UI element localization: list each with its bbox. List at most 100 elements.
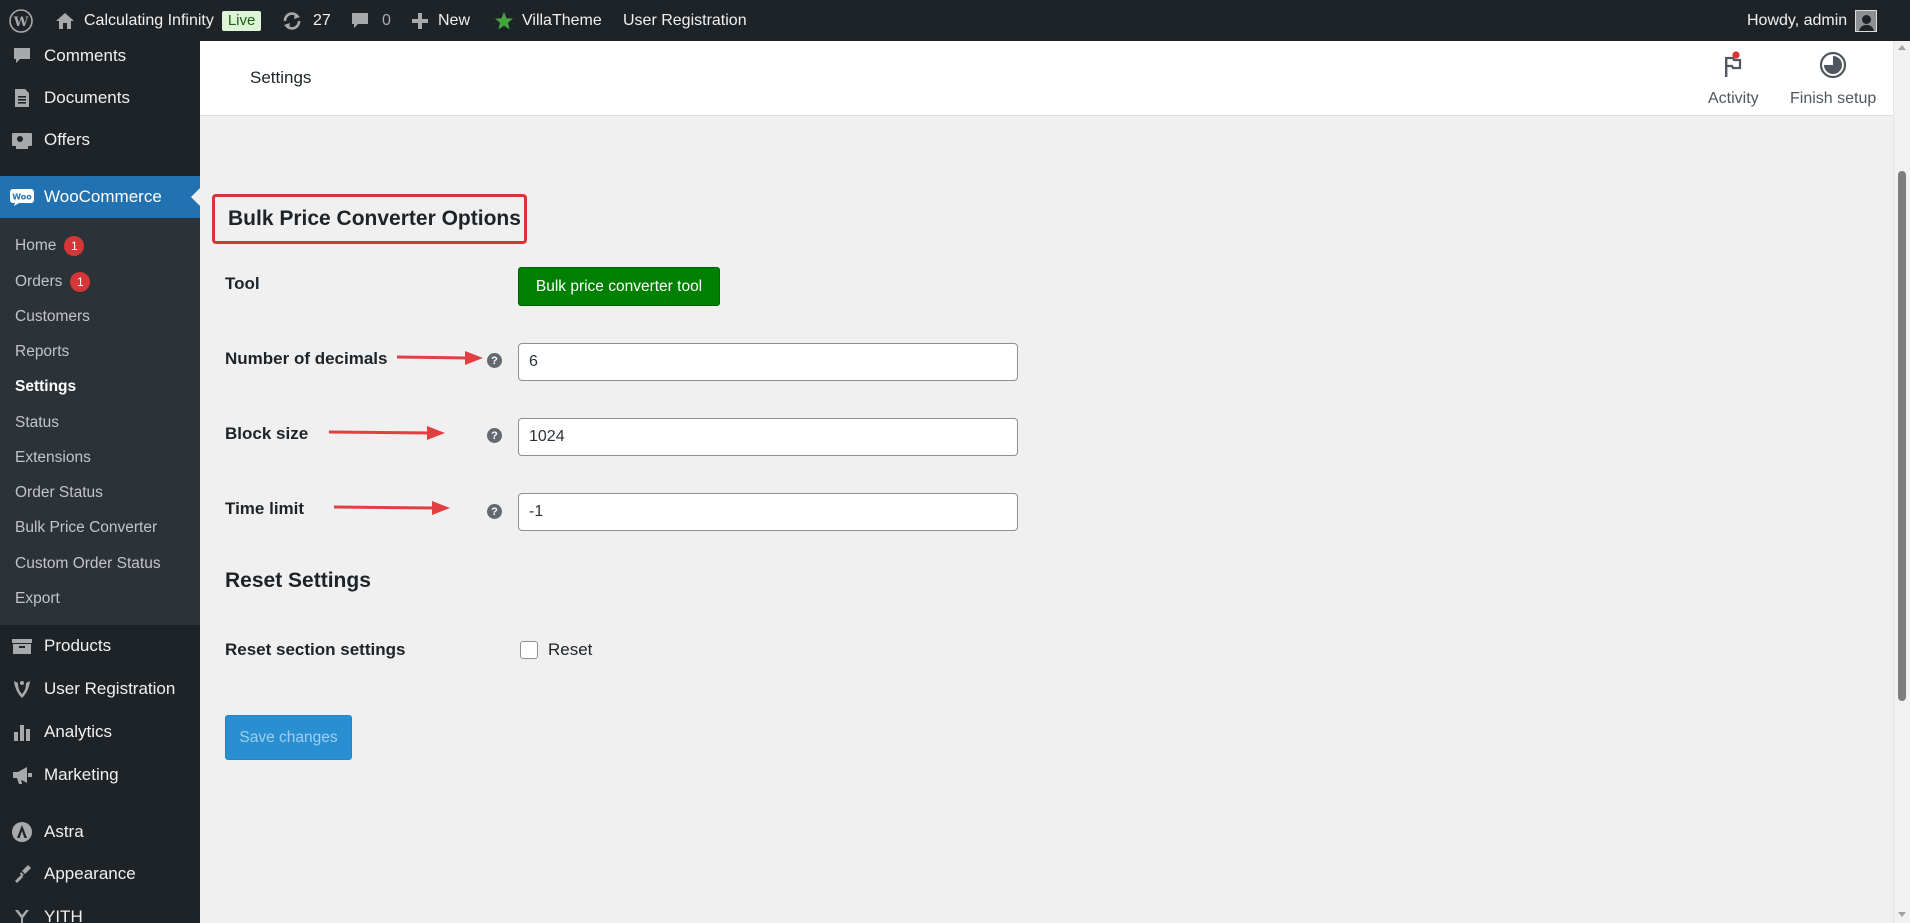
submenu-settings-label: Settings	[15, 378, 77, 395]
villatheme-link[interactable]: VillaTheme	[494, 0, 602, 41]
admin-bar: W Calculating Infinity Live 27 0 New Vil…	[0, 0, 1910, 41]
submenu-order-status-label: Order Status	[15, 484, 103, 501]
live-badge: Live	[221, 10, 262, 31]
bulk-price-converter-tool-button[interactable]: Bulk price converter tool	[518, 267, 720, 306]
activity-button[interactable]: Activity	[1708, 51, 1759, 111]
star-icon	[494, 11, 514, 31]
submenu-bulk-price-converter-label: Bulk Price Converter	[15, 519, 158, 536]
submenu-extensions-label: Extensions	[15, 449, 91, 466]
submenu-order-status[interactable]: Order Status	[15, 480, 103, 506]
menu-woocommerce[interactable]: Woo WooCommerce	[0, 176, 200, 218]
menu-marketing[interactable]: Marketing	[0, 754, 200, 796]
submenu-custom-order-status[interactable]: Custom Order Status	[15, 551, 161, 577]
scroll-up-arrow-icon[interactable]	[1898, 45, 1906, 50]
annotation-arrow	[396, 351, 483, 365]
new-content-link[interactable]: New	[411, 0, 470, 41]
settings-form: Bulk Price Converter Options Tool Bulk p…	[200, 116, 1893, 923]
user-registration-link[interactable]: User Registration	[623, 0, 747, 41]
submenu-export[interactable]: Export	[15, 586, 60, 612]
menu-user-registration[interactable]: User Registration	[0, 668, 200, 710]
menu-documents-label: Documents	[44, 88, 130, 107]
submenu-export-label: Export	[15, 590, 60, 607]
number-of-decimals-input[interactable]	[518, 343, 1018, 381]
annotation-arrow	[328, 426, 445, 440]
menu-appearance[interactable]: Appearance	[0, 853, 200, 895]
submenu-custom-order-status-label: Custom Order Status	[15, 555, 161, 572]
document-icon	[0, 88, 44, 108]
woocommerce-submenu: Home 1 Orders 1 Customers Reports Settin…	[0, 218, 200, 625]
submenu-status[interactable]: Status	[15, 410, 59, 436]
menu-comments[interactable]: Comments	[0, 35, 200, 77]
block-size-label: Block size	[225, 424, 309, 443]
reset-checkbox-label[interactable]: Reset	[548, 640, 592, 660]
block-size-input[interactable]	[518, 418, 1018, 456]
submenu-customers-label: Customers	[15, 308, 90, 325]
menu-products-label: Products	[44, 636, 112, 655]
submenu-home[interactable]: Home 1	[15, 233, 85, 259]
menu-woocommerce-label: WooCommerce	[44, 187, 162, 206]
save-changes-button[interactable]: Save changes	[225, 715, 352, 760]
flag-icon	[1720, 51, 1746, 84]
help-icon[interactable]: ?	[487, 353, 502, 368]
howdy-label: Howdy, admin	[1747, 11, 1848, 29]
submenu-status-label: Status	[15, 414, 59, 431]
menu-user-registration-label: User Registration	[44, 679, 176, 698]
reset-settings-heading: Reset Settings	[225, 569, 371, 592]
updates-count: 27	[313, 11, 331, 29]
orders-count-badge: 1	[70, 272, 91, 292]
help-icon[interactable]: ?	[487, 428, 502, 443]
reset-section-settings-label: Reset section settings	[225, 640, 406, 659]
section-title: Bulk Price Converter Options	[212, 194, 527, 244]
page-title: Settings	[250, 68, 312, 87]
updates-link[interactable]: 27	[281, 0, 331, 41]
scroll-down-arrow-icon[interactable]	[1898, 912, 1906, 917]
submenu-reports[interactable]: Reports	[15, 339, 69, 365]
submenu-bulk-price-converter[interactable]: Bulk Price Converter	[15, 515, 157, 541]
my-account-link[interactable]: Howdy, admin	[1747, 0, 1878, 41]
home-icon	[55, 12, 75, 30]
woocommerce-header: Settings Activity Finish setup	[200, 41, 1893, 116]
menu-documents[interactable]: Documents	[0, 77, 200, 119]
submenu-customers[interactable]: Customers	[15, 304, 90, 330]
submenu-settings[interactable]: Settings	[15, 374, 76, 400]
active-menu-arrow	[191, 188, 200, 206]
submenu-home-label: Home	[15, 237, 57, 254]
reset-checkbox[interactable]	[520, 641, 538, 659]
svg-text:W: W	[13, 15, 29, 30]
time-limit-label: Time limit	[225, 499, 305, 518]
menu-offers[interactable]: Offers	[0, 119, 200, 161]
astra-icon	[0, 821, 44, 843]
menu-astra[interactable]: Astra	[0, 811, 200, 853]
analytics-icon	[0, 722, 44, 742]
new-label: New	[438, 11, 471, 29]
menu-products[interactable]: Products	[0, 625, 200, 667]
submenu-orders-label: Orders	[15, 273, 63, 290]
scrollbar-thumb[interactable]	[1898, 171, 1906, 701]
time-limit-input[interactable]	[518, 493, 1018, 531]
menu-analytics-label: Analytics	[44, 722, 113, 741]
finish-setup-button[interactable]: Finish setup	[1790, 51, 1876, 111]
comments-count: 0	[382, 11, 391, 29]
updates-icon	[281, 10, 303, 32]
yith-icon	[0, 907, 44, 923]
submenu-extensions[interactable]: Extensions	[15, 445, 91, 471]
annotation-arrow	[333, 501, 450, 515]
menu-appearance-label: Appearance	[44, 864, 136, 883]
comments-link[interactable]: 0	[350, 0, 391, 41]
page-scrollbar[interactable]	[1893, 41, 1910, 923]
menu-analytics[interactable]: Analytics	[0, 711, 200, 753]
progress-circle-icon	[1819, 51, 1847, 84]
marketing-icon	[0, 765, 44, 785]
admin-sidebar: Comments Documents Offers Woo WooCommerc…	[0, 41, 200, 923]
tool-label: Tool	[225, 274, 260, 293]
menu-yith[interactable]: YITH	[0, 896, 200, 923]
help-icon[interactable]: ?	[487, 504, 502, 519]
comment-bubble-icon	[350, 11, 370, 31]
comment-icon	[0, 46, 44, 66]
number-of-decimals-label: Number of decimals	[225, 349, 388, 368]
submenu-orders[interactable]: Orders 1	[15, 269, 91, 295]
finish-setup-label: Finish setup	[1790, 90, 1877, 107]
section-title-text: Bulk Price Converter Options	[228, 207, 521, 230]
home-count-badge: 1	[64, 236, 85, 256]
products-icon	[0, 637, 44, 655]
